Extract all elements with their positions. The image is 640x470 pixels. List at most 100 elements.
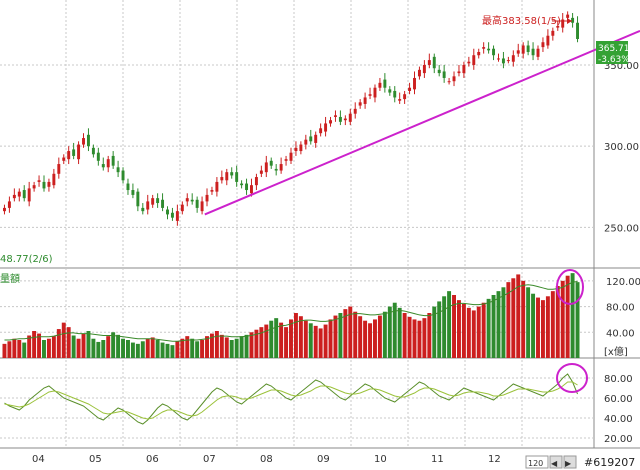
candle-body xyxy=(235,172,239,182)
candle-body xyxy=(52,173,56,186)
volume-bar xyxy=(46,338,51,358)
volume-bar xyxy=(27,335,32,358)
candle-body xyxy=(12,194,16,199)
volume-bar xyxy=(437,301,442,358)
last-price-label: 365.71 xyxy=(598,44,630,54)
candle-body xyxy=(521,45,525,54)
candle-body xyxy=(17,191,21,197)
volume-bar xyxy=(471,310,476,358)
candle-body xyxy=(432,56,436,69)
volume-bar xyxy=(150,337,155,358)
candle-body xyxy=(57,164,61,174)
candle-body xyxy=(274,168,278,171)
volume-bar xyxy=(22,342,27,358)
candle-body xyxy=(230,172,234,176)
volume-bar xyxy=(145,338,150,358)
candle-body xyxy=(111,155,115,166)
volume-panel: 40.00 80.00 120.00 量額 [x億] xyxy=(0,269,640,358)
candle-body xyxy=(333,115,337,117)
candle-body xyxy=(180,204,184,212)
volume-bar xyxy=(71,335,76,358)
candle-body xyxy=(576,22,579,39)
candle-body xyxy=(91,147,95,155)
volume-bar xyxy=(422,318,427,358)
volume-bar xyxy=(264,324,269,358)
candle-body xyxy=(195,199,199,208)
volume-bar xyxy=(531,293,536,358)
candle-body xyxy=(259,170,263,174)
candle-body xyxy=(250,185,253,194)
volume-tick-label: 40.00 xyxy=(606,328,635,339)
candle-body xyxy=(373,87,377,98)
volume-bar xyxy=(363,320,368,358)
candle-body xyxy=(348,113,352,122)
candle-body xyxy=(492,48,496,56)
candle-body xyxy=(200,201,204,212)
candle-body xyxy=(482,47,486,49)
candle-body xyxy=(413,77,416,90)
volume-bar xyxy=(81,333,86,358)
candle-body xyxy=(240,183,244,186)
volume-bar xyxy=(526,287,531,358)
candle-body xyxy=(338,116,342,122)
volume-bar xyxy=(486,298,491,358)
x-tick-label: 10 xyxy=(374,454,387,465)
volume-bar xyxy=(219,334,224,358)
volume-bar xyxy=(447,291,452,358)
candle-body xyxy=(151,198,155,205)
volume-bar xyxy=(540,300,545,358)
volume-bar xyxy=(368,323,373,358)
volume-bar xyxy=(412,319,417,358)
candle-body xyxy=(86,134,90,147)
volume-bar xyxy=(175,341,180,358)
volume-bar xyxy=(51,336,56,358)
volume-bar xyxy=(442,296,447,358)
candle-body xyxy=(299,144,303,152)
candle-body xyxy=(62,157,66,161)
volume-bar xyxy=(536,297,540,358)
candle-body xyxy=(175,211,179,221)
candle-body xyxy=(309,136,313,142)
candle-body xyxy=(47,181,51,187)
volume-tick-label: 120.00 xyxy=(606,277,640,288)
volume-bar xyxy=(244,334,249,358)
candle-body xyxy=(205,194,209,202)
oscillator-tick-label: 80.00 xyxy=(604,374,633,385)
candle-body xyxy=(457,71,461,74)
candle-body xyxy=(501,58,505,64)
candle-body xyxy=(531,48,535,56)
candle-body xyxy=(136,191,140,207)
low-annotation: 48.77(2/6) xyxy=(0,254,53,265)
volume-bar xyxy=(224,337,229,358)
volume-bar xyxy=(155,340,160,358)
candle-body xyxy=(467,61,471,64)
volume-bar xyxy=(373,319,377,358)
zoom-value: 120 xyxy=(528,459,543,468)
volume-bar xyxy=(491,295,496,358)
volume-bar xyxy=(570,273,575,358)
volume-bar xyxy=(2,343,7,358)
oscillator-tick-label: 60.00 xyxy=(604,394,633,405)
volume-bar xyxy=(318,328,323,358)
volume-bar xyxy=(140,341,145,358)
candle-body xyxy=(358,102,362,106)
candle-body xyxy=(22,190,26,199)
candle-body xyxy=(516,50,520,54)
candle-body xyxy=(417,69,421,77)
candle-body xyxy=(506,60,510,62)
volume-bar xyxy=(32,331,37,358)
candle-body xyxy=(452,76,456,82)
volume-bar xyxy=(575,282,580,358)
oscillator-tick-label: 20.00 xyxy=(604,434,633,445)
candle-body xyxy=(146,201,150,210)
candle-body xyxy=(551,30,555,36)
volume-unit-label: [x億] xyxy=(604,345,628,358)
candle-body xyxy=(314,134,318,143)
volume-bar xyxy=(284,327,289,358)
volume-bar xyxy=(496,291,501,358)
volume-bar xyxy=(116,334,121,358)
volume-bar xyxy=(61,322,66,358)
oscillator-line-primary xyxy=(4,373,578,425)
volume-bar xyxy=(56,329,61,358)
volume-bar xyxy=(205,336,209,358)
